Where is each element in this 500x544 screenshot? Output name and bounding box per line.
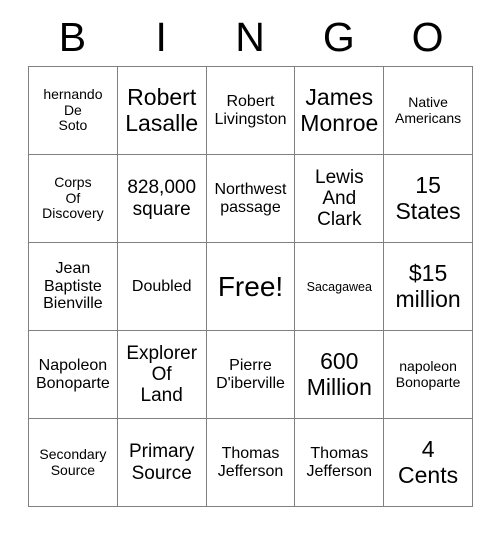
- bingo-cell-label: Northwest passage: [214, 180, 287, 216]
- header-letter-b: B: [58, 13, 87, 60]
- bingo-cell[interactable]: Lewis And Clark: [295, 155, 385, 243]
- bingo-cell[interactable]: Doubled: [117, 243, 207, 331]
- bingo-cell-label: Primary Source: [128, 441, 195, 484]
- header-letter-i: I: [155, 13, 167, 60]
- header-letter-o: O: [411, 13, 444, 60]
- bingo-cell[interactable]: $15 million: [384, 243, 473, 331]
- bingo-cell-label: 4 Cents: [398, 435, 459, 488]
- bingo-cell[interactable]: Northwest passage: [206, 155, 296, 243]
- bingo-cell-label: Napoleon Bonoparte: [35, 356, 110, 392]
- bingo-cell-label: Robert Lasalle: [125, 83, 199, 136]
- bingo-cell[interactable]: Robert Lasalle: [117, 67, 207, 155]
- bingo-cell[interactable]: Napoleon Bonoparte: [29, 331, 118, 419]
- bingo-cell[interactable]: Pierre D'iberville: [206, 331, 296, 419]
- bingo-cell[interactable]: Explorer Of Land: [117, 331, 207, 419]
- bingo-row: hernando De Soto Robert Lasalle Robert Liv…: [29, 67, 473, 155]
- bingo-cell[interactable]: 600 Million: [295, 331, 385, 419]
- bingo-cell[interactable]: hernando De Soto: [29, 67, 118, 155]
- bingo-cell-label: Sacagawea: [306, 279, 372, 294]
- bingo-cell-label: napoleon Bonoparte: [395, 357, 461, 390]
- header-letter-n: N: [235, 13, 265, 60]
- bingo-cell[interactable]: 4 Cents: [384, 419, 473, 507]
- bingo-cell-label: Thomas Jefferson: [217, 444, 284, 480]
- bingo-row: Jean Baptiste Bienville Doubled Free! Sacag…: [29, 243, 473, 331]
- bingo-row: Secondary Source Primary Source Thomas Jef…: [29, 419, 473, 507]
- bingo-row: Corps Of Discovery 828,000 square Northwes…: [29, 155, 473, 243]
- bingo-card: B I N G O hernando De Soto Robert Lasalle…: [28, 8, 473, 507]
- bingo-cell[interactable]: Thomas Jefferson: [206, 419, 296, 507]
- bingo-cell-label: Secondary Source: [39, 445, 107, 478]
- bingo-cell[interactable]: Sacagawea: [295, 243, 385, 331]
- bingo-row: Napoleon Bonoparte Explorer Of Land Pierre…: [29, 331, 473, 419]
- bingo-cell[interactable]: napoleon Bonoparte: [384, 331, 473, 419]
- bingo-cell[interactable]: Primary Source: [117, 419, 207, 507]
- bingo-cell-label: 828,000 square: [127, 177, 197, 220]
- bingo-grid: hernando De Soto Robert Lasalle Robert Liv…: [28, 66, 473, 507]
- bingo-cell-label: Explorer Of Land: [126, 342, 198, 407]
- bingo-cell[interactable]: Native Americans: [384, 67, 473, 155]
- bingo-cell-label: 15 States: [395, 171, 461, 224]
- bingo-cell[interactable]: Thomas Jefferson: [295, 419, 385, 507]
- bingo-cell-label: hernando De Soto: [43, 85, 103, 134]
- bingo-cell[interactable]: Jean Baptiste Bienville: [29, 243, 118, 331]
- bingo-cell-label: Jean Baptiste Bienville: [43, 259, 103, 313]
- bingo-cell-label: Robert Livingston: [214, 92, 287, 128]
- bingo-cell[interactable]: Robert Livingston: [206, 67, 296, 155]
- bingo-cell-label: $15 million: [395, 259, 461, 312]
- bingo-cell-label: Native Americans: [395, 93, 462, 126]
- bingo-cell-label: James Monroe: [300, 83, 379, 136]
- bingo-cell[interactable]: 15 States: [384, 155, 473, 243]
- bingo-header-row: B I N G O: [28, 8, 472, 66]
- bingo-cell-label: 600 Million: [306, 347, 372, 400]
- bingo-cell[interactable]: Secondary Source: [29, 419, 118, 507]
- bingo-cell-label: Free!: [217, 270, 284, 302]
- bingo-cell-label: Doubled: [131, 277, 192, 295]
- bingo-cell[interactable]: James Monroe: [295, 67, 385, 155]
- bingo-cell-label: Corps Of Discovery: [42, 173, 104, 222]
- bingo-free-space-cell[interactable]: Free!: [206, 243, 296, 331]
- bingo-cell-label: Lewis And Clark: [315, 166, 364, 231]
- bingo-cell-label: Pierre D'iberville: [216, 356, 285, 392]
- bingo-cell-label: Thomas Jefferson: [306, 444, 373, 480]
- header-letter-g: G: [322, 13, 355, 60]
- bingo-cell[interactable]: 828,000 square: [117, 155, 207, 243]
- bingo-cell[interactable]: Corps Of Discovery: [29, 155, 118, 243]
